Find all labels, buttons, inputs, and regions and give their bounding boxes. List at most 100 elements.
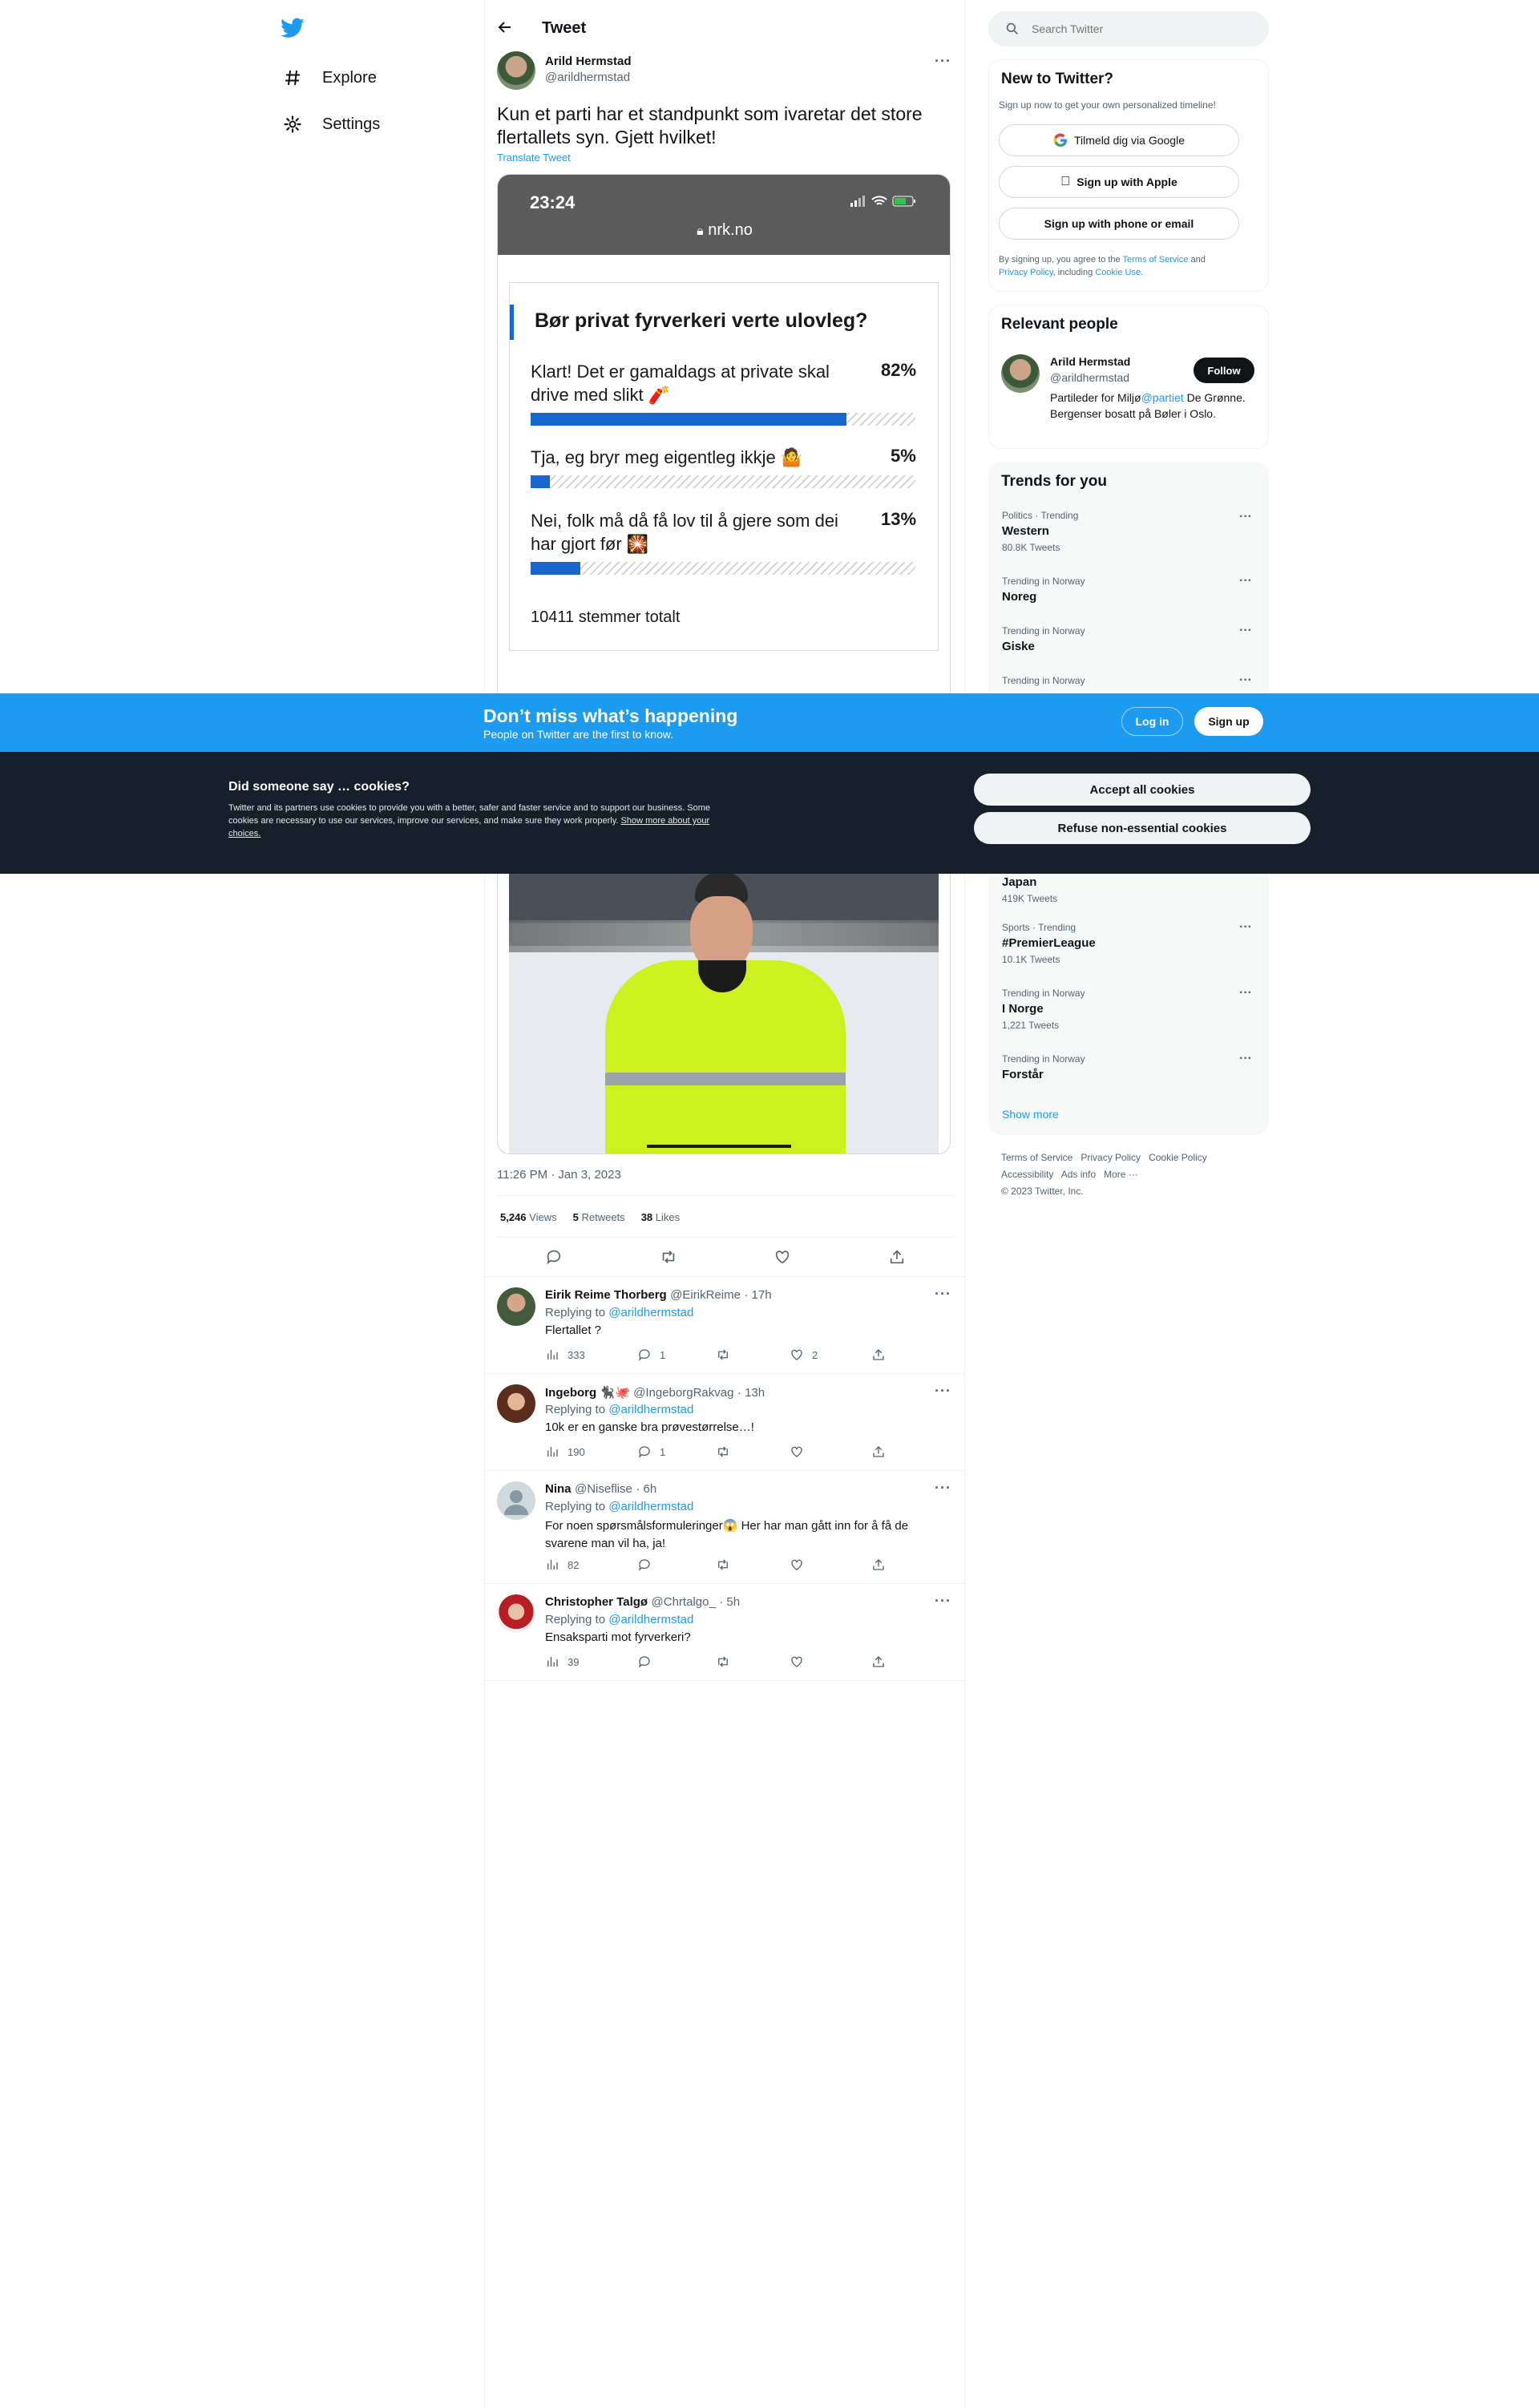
reply-time[interactable]: · 13h [737, 1386, 765, 1400]
footer-ads-link[interactable]: Ads info [1061, 1169, 1096, 1180]
retweet-icon[interactable] [660, 1248, 677, 1266]
bio-mention-link[interactable]: @partiet [1141, 391, 1184, 404]
avatar[interactable] [497, 1594, 535, 1633]
reply-reply-action[interactable] [637, 1558, 660, 1572]
reply-views-action[interactable]: 39 [545, 1654, 579, 1669]
replying-to-link[interactable]: @arildhermstad [608, 1403, 693, 1416]
heart-icon[interactable] [774, 1248, 791, 1266]
more-icon[interactable]: ··· [935, 1480, 951, 1497]
trend-item[interactable]: Trending in Norway Forstår [1002, 1053, 1085, 1081]
trend-item[interactable]: Politics · Trending Western 80.8K Tweets [1002, 510, 1078, 553]
footer-cookie-link[interactable]: Cookie Policy [1149, 1152, 1207, 1163]
reply-time[interactable]: · 17h [744, 1288, 771, 1302]
more-icon[interactable]: ··· [1239, 920, 1252, 935]
refuse-cookies-button[interactable]: Refuse non-essential cookies [974, 812, 1311, 844]
footer-accessibility-link[interactable]: Accessibility [1001, 1169, 1053, 1180]
reply-views-action[interactable]: 82 [545, 1558, 579, 1572]
translate-tweet-link[interactable]: Translate Tweet [497, 152, 571, 164]
trend-item[interactable]: Trending in Norway I Norge 1,221 Tweets [1002, 988, 1085, 1031]
more-icon[interactable]: ··· [935, 53, 951, 70]
reply-author-name[interactable]: Eirik Reime Thorberg [545, 1288, 667, 1302]
accept-cookies-button[interactable]: Accept all cookies [974, 774, 1311, 806]
twitter-logo-icon[interactable] [281, 18, 305, 42]
reply-like-action[interactable] [790, 1444, 812, 1459]
more-icon[interactable]: ··· [935, 1593, 951, 1610]
nav-settings[interactable]: Settings [281, 112, 380, 136]
more-icon[interactable]: ··· [1239, 624, 1252, 638]
reply-handle[interactable]: @EirikReime [670, 1288, 741, 1302]
more-icon[interactable]: ··· [1239, 673, 1252, 688]
apple-signup-button[interactable]:  Sign up with Apple [999, 166, 1239, 198]
reply-author-name[interactable]: Nina [545, 1482, 572, 1496]
reply-reply-action[interactable] [637, 1654, 660, 1669]
tweet-author-name[interactable]: Arild Hermstad [545, 55, 632, 68]
trend-item[interactable]: Trending in Norway [1002, 675, 1085, 686]
reply-time[interactable]: · 5h [719, 1595, 740, 1609]
search-input[interactable] [1030, 22, 1230, 36]
reply-icon[interactable] [545, 1248, 563, 1266]
replying-to-link[interactable]: @arildhermstad [608, 1613, 693, 1626]
reply-like-action[interactable] [790, 1558, 812, 1572]
trend-item[interactable]: Sports · Trending #PremierLeague 10.1K Twe… [1002, 922, 1096, 965]
likes-stat[interactable]: 38 Likes [641, 1211, 680, 1223]
trend-item[interactable]: Trending in Norway Noreg [1002, 576, 1085, 604]
share-icon[interactable] [888, 1248, 906, 1266]
reply-author-name[interactable]: Christopher Talgø [545, 1595, 648, 1609]
reply-like-action[interactable]: 2 [790, 1347, 818, 1362]
avatar[interactable] [497, 1481, 535, 1520]
reply-share-action[interactable] [871, 1654, 886, 1669]
search-bar[interactable] [988, 11, 1269, 46]
nav-explore[interactable]: Explore [281, 66, 377, 90]
reply-time[interactable]: · 6h [636, 1482, 656, 1496]
reply-handle[interactable]: @Chrtalgo_ [652, 1595, 716, 1609]
avatar[interactable] [497, 1384, 535, 1423]
avatar[interactable] [497, 51, 535, 90]
footer-privacy-link[interactable]: Privacy Policy [1081, 1152, 1141, 1163]
reply-reply-action[interactable]: 1 [637, 1444, 665, 1459]
more-icon[interactable]: ··· [935, 1286, 951, 1303]
reply-retweet-action[interactable] [716, 1558, 738, 1572]
show-more-link[interactable]: Show more [1002, 1108, 1059, 1121]
more-icon[interactable]: ··· [935, 1383, 951, 1400]
more-icon[interactable]: ··· [1239, 510, 1252, 524]
privacy-link[interactable]: Privacy Policy [999, 268, 1053, 277]
reply-retweet-action[interactable] [716, 1654, 738, 1669]
reply-share-action[interactable] [871, 1444, 886, 1459]
back-arrow-icon[interactable] [497, 19, 513, 39]
follow-button[interactable]: Follow [1194, 358, 1254, 383]
more-icon[interactable]: ··· [1239, 986, 1252, 1000]
avatar[interactable] [1001, 354, 1040, 393]
tweet-timestamp[interactable]: 11:26 PM · Jan 3, 2023 [497, 1168, 621, 1182]
reply-reply-action[interactable]: 1 [637, 1347, 665, 1362]
reply-handle[interactable]: @Niseflise [575, 1482, 632, 1496]
more-icon[interactable]: ··· [1239, 574, 1252, 588]
reply-retweet-action[interactable] [716, 1347, 738, 1362]
views-stat[interactable]: 5,246 Views [500, 1211, 557, 1223]
reply-views-action[interactable]: 333 [545, 1347, 585, 1362]
relevant-person-handle[interactable]: @arildhermstad [1050, 371, 1129, 384]
reply-views-action[interactable]: 190 [545, 1444, 585, 1459]
reply-share-action[interactable] [871, 1347, 886, 1362]
tweet-author-handle[interactable]: @arildhermstad [545, 71, 630, 84]
avatar[interactable] [497, 1287, 535, 1326]
reply-like-action[interactable] [790, 1654, 812, 1669]
replying-to-link[interactable]: @arildhermstad [608, 1306, 693, 1319]
replying-to-link[interactable]: @arildhermstad [608, 1500, 693, 1513]
trend-item[interactable]: Trending in Norway Giske [1002, 625, 1085, 653]
google-signup-button[interactable]: Tilmeld dig via Google [999, 124, 1239, 156]
trend-item[interactable]: Japan 419K Tweets [1002, 872, 1057, 904]
tweet-media[interactable]: 23:24 🔒︎ nrk.no Bør privat fyrverkeri ve… [497, 174, 951, 1154]
footer-tos-link[interactable]: Terms of Service [1001, 1152, 1072, 1163]
phone-email-signup-button[interactable]: Sign up with phone or email [999, 208, 1239, 240]
relevant-person-name[interactable]: Arild Hermstad [1050, 355, 1130, 368]
more-icon[interactable]: ··· [1239, 1052, 1252, 1066]
reply-share-action[interactable] [871, 1558, 886, 1572]
login-button[interactable]: Log in [1121, 707, 1183, 736]
footer-more-link[interactable]: More ··· [1104, 1169, 1138, 1180]
cookie-use-link[interactable]: Cookie Use. [1095, 268, 1143, 277]
reply-retweet-action[interactable] [716, 1444, 738, 1459]
reply-author-name[interactable]: Ingeborg 🐈‍⬛🐙 [545, 1386, 630, 1400]
retweets-stat[interactable]: 5 Retweets [573, 1211, 625, 1223]
signup-button[interactable]: Sign up [1194, 707, 1263, 736]
reply-handle[interactable]: @IngeborgRakvag [633, 1386, 733, 1400]
